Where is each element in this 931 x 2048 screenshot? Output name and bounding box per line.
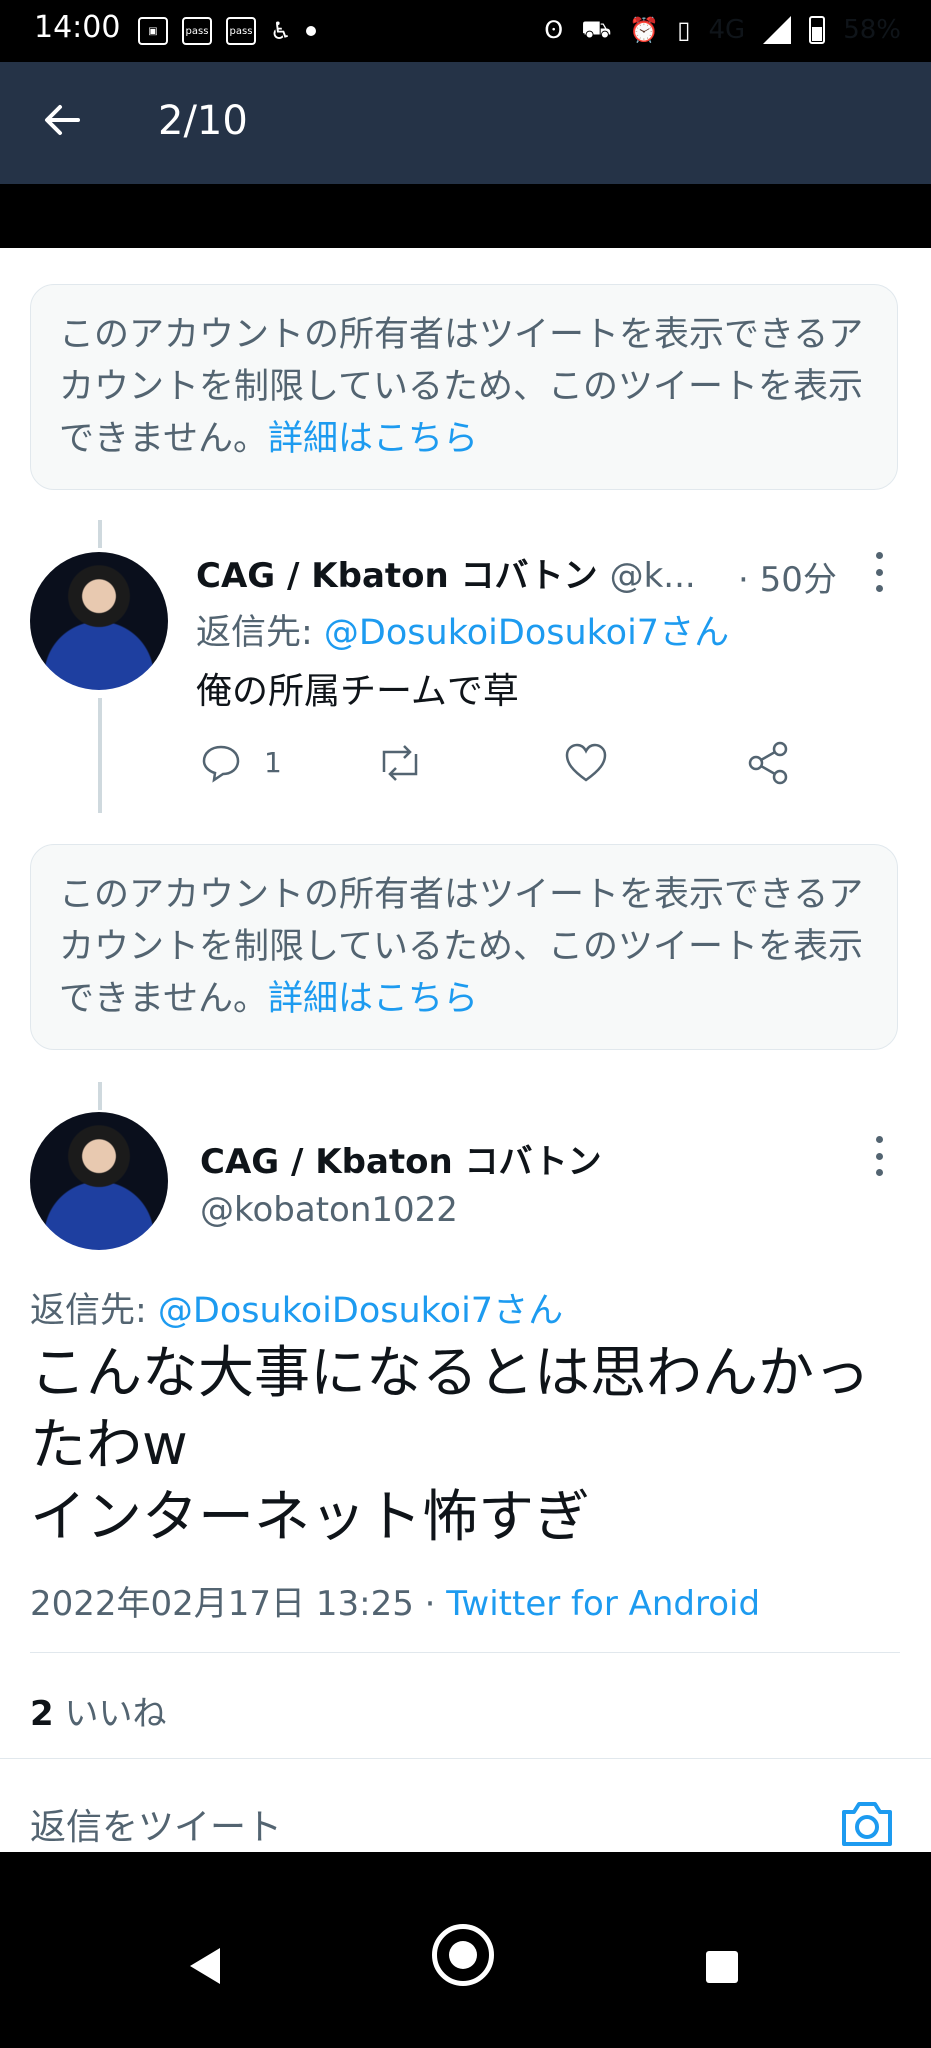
nfc-icon: ʘ	[544, 16, 564, 44]
main-tweet-text: こんな大事になるとは思わんかったわw インターネット怖すぎ	[30, 1338, 900, 1554]
main-tweet-text-line: こんな大事になるとは思わんかったわw	[30, 1341, 870, 1478]
reply-compose-input[interactable]: 返信をツイート	[30, 1798, 282, 1850]
nav-recents-icon[interactable]	[706, 1951, 738, 1983]
header-band	[0, 184, 931, 248]
network-type: 4G	[708, 15, 746, 45]
likes-label: いいね	[53, 1694, 167, 1734]
status-time: 14:00	[34, 10, 121, 45]
reply-to-line: 返信先: @DosukoiDosukoi7さん	[30, 1282, 563, 1333]
reply-to-line: 返信先: @DosukoiDosukoi7さん	[196, 604, 729, 655]
divider	[0, 1758, 931, 1759]
thread-line	[98, 698, 102, 813]
more-options-icon[interactable]	[874, 1136, 884, 1176]
reply-to-label: 返信先:	[196, 613, 324, 653]
share-icon[interactable]	[746, 740, 790, 790]
status-left-icons: ▣ pass pass ♿	[138, 14, 316, 48]
battery-percent: 58%	[843, 15, 901, 45]
tweet-timestamp: 2022年02月17日 13:25 · Twitter for Android	[30, 1576, 760, 1625]
divider	[30, 1652, 900, 1653]
reply-to-label: 返信先:	[30, 1291, 158, 1331]
page-counter-title: 2/10	[158, 98, 248, 144]
signal-icon	[763, 16, 792, 44]
back-arrow-icon[interactable]	[40, 98, 84, 142]
reply-icon[interactable]	[200, 742, 242, 788]
tweet-text: 俺の所属チームで草	[196, 671, 519, 712]
alarm-icon: ⏰	[629, 16, 660, 44]
display-name[interactable]: CAG / Kbaton コバトン	[196, 548, 598, 597]
battery-icon	[809, 16, 826, 44]
tweet-source-link[interactable]: Twitter for Android	[446, 1584, 760, 1624]
likes-count: 2	[30, 1694, 54, 1734]
nav-back-icon[interactable]	[190, 1948, 220, 1984]
withheld-tweet-notice: このアカウントの所有者はツイートを表示できるアカウントを制限しているため、このツ…	[30, 284, 898, 490]
nav-home-icon[interactable]	[432, 1924, 494, 1986]
like-icon[interactable]	[564, 742, 608, 788]
handle[interactable]: @kobaton1022	[200, 1190, 458, 1230]
reply-tweet-header: CAG / Kbaton コバトン @k...	[196, 548, 696, 597]
notification-dot-icon	[305, 26, 316, 36]
accessibility-icon: ♿	[270, 17, 292, 45]
pass-icon: pass	[182, 17, 212, 45]
retweet-icon[interactable]	[376, 742, 424, 788]
tweet-actions: 1	[196, 736, 796, 792]
tweet-time: · 50分	[738, 560, 837, 600]
main-tweet-text-line: インターネット怖すぎ	[30, 1485, 590, 1550]
image-icon: ▣	[138, 17, 168, 45]
pass-icon: pass	[226, 17, 256, 45]
car-mode-icon: ⛟	[581, 14, 612, 43]
reply-to-mention[interactable]: @DosukoiDosukoi7さん	[324, 613, 729, 653]
timestamp-text: 2022年02月17日 13:25 ·	[30, 1584, 447, 1624]
app-bar	[0, 62, 931, 184]
avatar[interactable]	[30, 552, 168, 690]
notice-details-link[interactable]: 詳細はこちら	[268, 419, 478, 459]
thread-line	[98, 1082, 102, 1110]
status-right-icons: ʘ ⛟ ⏰ ▯ 4G 58%	[544, 10, 901, 50]
camera-icon[interactable]	[838, 1798, 896, 1850]
more-options-icon[interactable]	[874, 552, 884, 592]
notice-details-link[interactable]: 詳細はこちら	[268, 979, 478, 1019]
avatar[interactable]	[30, 1112, 168, 1250]
handle[interactable]: @k...	[610, 556, 696, 596]
likes-stat[interactable]: 2 いいね	[30, 1686, 166, 1735]
reply-count: 1	[264, 746, 282, 779]
vibrate-icon: ▯	[677, 16, 691, 44]
reply-to-mention[interactable]: @DosukoiDosukoi7さん	[158, 1291, 563, 1331]
withheld-tweet-notice: このアカウントの所有者はツイートを表示できるアカウントを制限しているため、このツ…	[30, 844, 898, 1050]
thread-line	[98, 520, 102, 548]
display-name[interactable]: CAG / Kbaton コバトン	[200, 1134, 602, 1183]
